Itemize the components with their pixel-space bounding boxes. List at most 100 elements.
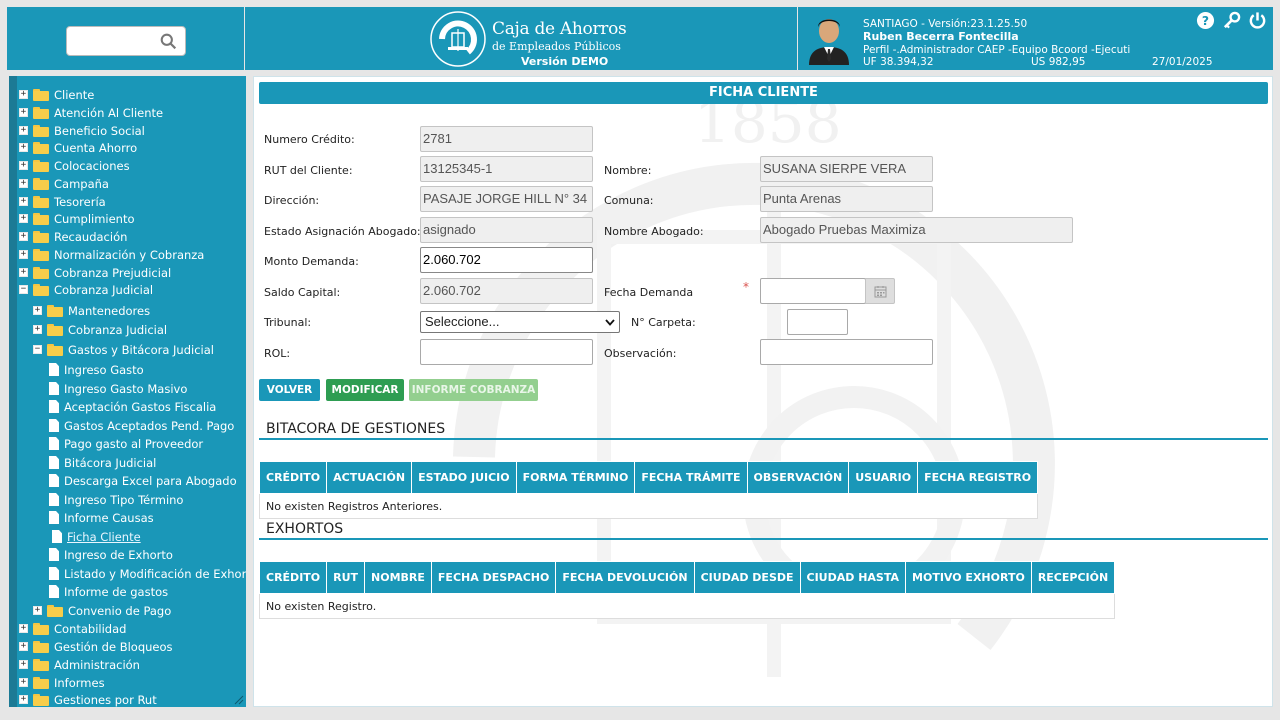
menu-item-gastos-bitacora[interactable]: − Gastos y Bitácora Judicial	[33, 341, 214, 358]
nombre-field[interactable]: SUSANA SIERPE VERA	[760, 156, 933, 182]
expand-icon[interactable]: +	[19, 108, 28, 117]
monto-demanda-input[interactable]: 2.060.702	[420, 247, 593, 273]
menu-item-cumplimiento[interactable]: + Cumplimiento	[19, 210, 135, 227]
folder-icon	[33, 676, 49, 689]
menu-item-gastos-aceptados[interactable]: Gastos Aceptados Pend. Pago	[49, 417, 234, 434]
menu-item-informes[interactable]: + Informes	[19, 674, 105, 691]
menu-item-ficha-cliente[interactable]: Ficha Cliente	[52, 528, 141, 545]
expand-icon[interactable]: +	[19, 90, 28, 99]
menu-item-gestiones-rut[interactable]: + Gestiones por Rut	[19, 691, 157, 707]
menu-item-descarga-excel[interactable]: Descarga Excel para Abogado	[49, 472, 237, 489]
menu-item-bitacora-judicial[interactable]: Bitácora Judicial	[49, 454, 156, 471]
power-icon[interactable]	[1248, 11, 1267, 30]
estado-abogado-field[interactable]: asignado	[420, 217, 593, 243]
expand-icon[interactable]: +	[33, 606, 42, 615]
col-observacion[interactable]: OBSERVACIÓN	[746, 461, 850, 494]
col-recepcion[interactable]: RECEPCIÓN	[1030, 561, 1116, 594]
expand-icon[interactable]: +	[19, 214, 28, 223]
col-rut[interactable]: RUT	[326, 561, 366, 594]
modificar-button[interactable]: MODIFICAR	[326, 379, 404, 401]
menu-item-ingreso-exhorto[interactable]: Ingreso de Exhorto	[49, 546, 173, 563]
col-forma-termino[interactable]: FORMA TÉRMINO	[515, 461, 636, 494]
fecha-demanda-input[interactable]	[760, 278, 866, 304]
resize-grip-icon[interactable]	[234, 695, 244, 705]
volver-button[interactable]: VOLVER	[259, 379, 320, 401]
rol-input[interactable]	[420, 339, 593, 365]
col-motivo-exhorto[interactable]: MOTIVO EXHORTO	[905, 561, 1032, 594]
direccion-field[interactable]: PASAJE JORGE HILL N° 34	[420, 186, 593, 212]
comuna-field[interactable]: Punta Arenas	[760, 186, 933, 212]
saldo-capital-field[interactable]: 2.060.702	[420, 278, 593, 304]
menu-item-atencion[interactable]: + Atención Al Cliente	[19, 104, 163, 121]
expand-icon[interactable]: +	[33, 306, 42, 315]
calendar-button[interactable]	[865, 278, 895, 304]
menu-item-beneficio[interactable]: + Beneficio Social	[19, 122, 145, 139]
rut-field[interactable]: 13125345-1	[420, 156, 593, 182]
observacion-input[interactable]	[760, 339, 933, 365]
menu-item-ingreso-gasto[interactable]: Ingreso Gasto	[49, 361, 144, 378]
label-rol: ROL:	[264, 347, 291, 360]
col-fecha-registro[interactable]: FECHA REGISTRO	[917, 461, 1039, 494]
menu-item-prejudicial[interactable]: + Cobranza Prejudicial	[19, 264, 171, 281]
menu-item-ingreso-gasto-masivo[interactable]: Ingreso Gasto Masivo	[49, 380, 187, 397]
col-credito[interactable]: CRÉDITO	[258, 461, 328, 494]
expand-icon[interactable]: +	[19, 678, 28, 687]
col-estado-juicio[interactable]: ESTADO JUICIO	[411, 461, 517, 494]
search-icon[interactable]	[160, 33, 177, 50]
menu-item-aceptacion-gastos[interactable]: Aceptación Gastos Fiscalia	[49, 398, 216, 415]
key-icon[interactable]	[1222, 11, 1241, 30]
expand-icon[interactable]: +	[19, 642, 28, 651]
informe-cobranza-button[interactable]: INFORME COBRANZA	[409, 379, 538, 401]
tribunal-select[interactable]: Seleccione...	[420, 311, 620, 333]
expand-icon[interactable]: +	[19, 143, 28, 152]
menu-item-campana[interactable]: + Campaña	[19, 175, 109, 192]
search-input[interactable]	[66, 26, 186, 56]
expand-icon[interactable]: +	[19, 624, 28, 633]
menu-item-tesoreria[interactable]: + Tesorería	[19, 193, 106, 210]
expand-icon[interactable]: +	[19, 197, 28, 206]
col-fecha-tramite[interactable]: FECHA TRÁMITE	[634, 461, 748, 494]
menu-item-administracion[interactable]: + Administración	[19, 656, 140, 673]
expand-icon[interactable]: +	[19, 126, 28, 135]
collapse-icon[interactable]: −	[33, 345, 42, 354]
menu-item-listado-exhortos[interactable]: Listado y Modificación de Exhortos	[49, 565, 246, 582]
folder-icon	[33, 248, 49, 261]
col-ciudad-desde[interactable]: CIUDAD DESDE	[693, 561, 801, 594]
menu-item-cuenta-ahorro[interactable]: + Cuenta Ahorro	[19, 139, 137, 156]
col-usuario[interactable]: USUARIO	[848, 461, 919, 494]
nombre-abogado-field[interactable]: Abogado Pruebas Maximiza	[760, 217, 1073, 243]
numero-credito-field[interactable]: 2781	[420, 126, 593, 152]
menu-item-recaudacion[interactable]: + Recaudación	[19, 228, 127, 245]
help-icon[interactable]: ?	[1196, 11, 1215, 30]
menu-item-bloqueos[interactable]: + Gestión de Bloqueos	[19, 638, 173, 655]
menu-item-normalizacion[interactable]: + Normalización y Cobranza	[19, 246, 204, 263]
col-credito[interactable]: CRÉDITO	[258, 561, 328, 594]
menu-item-colocaciones[interactable]: + Colocaciones	[19, 157, 130, 174]
menu-item-cobranza-judicial[interactable]: − Cobranza Judicial	[19, 281, 153, 298]
empty-message: No existen Registro.	[258, 593, 1116, 619]
expand-icon[interactable]: +	[19, 161, 28, 170]
menu-item-informe-causas[interactable]: Informe Causas	[49, 509, 154, 526]
menu-item-pago-gasto[interactable]: Pago gasto al Proveedor	[49, 435, 203, 452]
col-fecha-despacho[interactable]: FECHA DESPACHO	[430, 561, 557, 594]
menu-item-ingreso-tipo-termino[interactable]: Ingreso Tipo Término	[49, 491, 183, 508]
menu-item-informe-gastos[interactable]: Informe de gastos	[49, 583, 168, 600]
collapse-icon[interactable]: −	[19, 285, 28, 294]
col-fecha-devolucion[interactable]: FECHA DEVOLUCIÓN	[555, 561, 695, 594]
col-nombre[interactable]: NOMBRE	[364, 561, 432, 594]
expand-icon[interactable]: +	[19, 660, 28, 669]
menu-item-cobranza-judicial-sub[interactable]: + Cobranza Judicial	[33, 321, 167, 338]
menu-item-convenio[interactable]: + Convenio de Pago	[33, 602, 171, 619]
expand-icon[interactable]: +	[19, 250, 28, 259]
expand-icon[interactable]: +	[19, 232, 28, 241]
expand-icon[interactable]: +	[33, 325, 42, 334]
col-ciudad-hasta[interactable]: CIUDAD HASTA	[799, 561, 907, 594]
menu-item-mantenedores[interactable]: + Mantenedores	[33, 302, 150, 319]
menu-item-cliente[interactable]: + Cliente	[19, 86, 94, 103]
col-actuacion[interactable]: ACTUACIÓN	[326, 461, 413, 494]
expand-icon[interactable]: +	[19, 268, 28, 277]
menu-item-contabilidad[interactable]: + Contabilidad	[19, 620, 126, 637]
expand-icon[interactable]: +	[19, 695, 28, 704]
carpeta-input[interactable]	[787, 309, 848, 335]
expand-icon[interactable]: +	[19, 179, 28, 188]
